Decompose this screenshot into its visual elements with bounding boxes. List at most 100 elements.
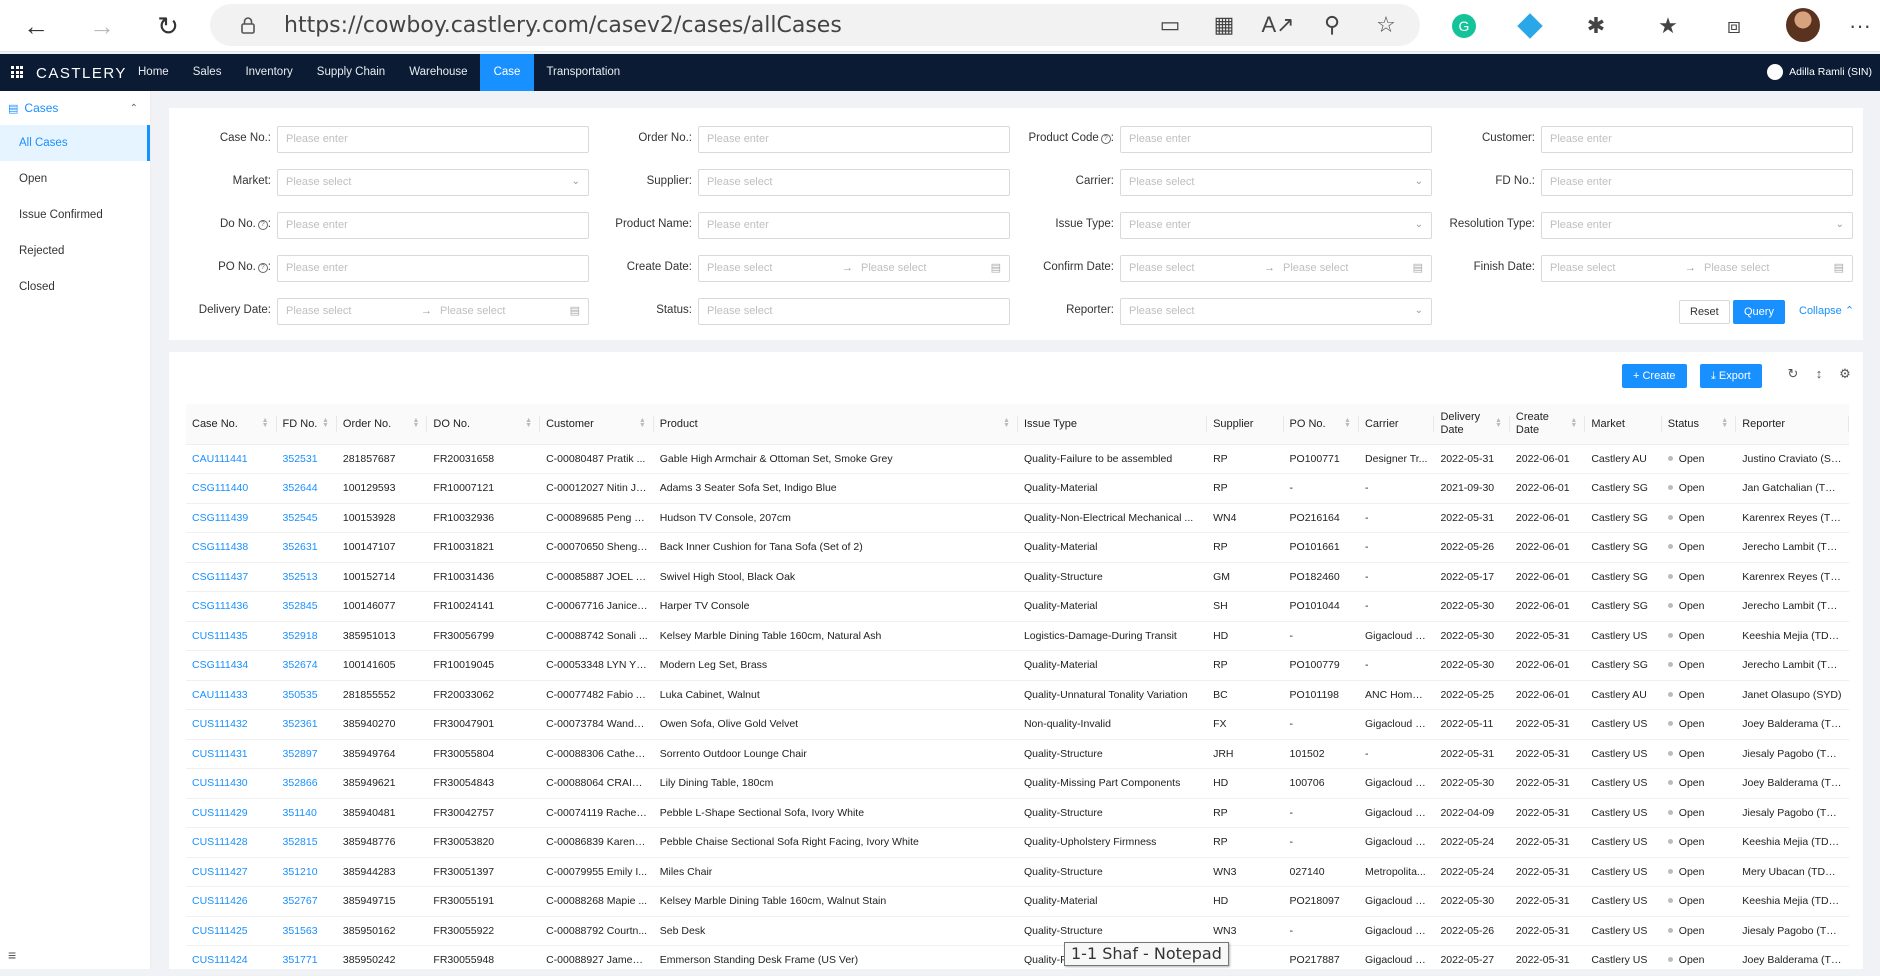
sort-icon[interactable]: ▲ ▼ [1495,417,1502,429]
extensions-icon[interactable]: ✱ [1582,12,1610,40]
case-no-link[interactable]: CAU111441 [186,444,277,474]
table-row[interactable]: CUS111425 351563 385950162 FR30055922 C-0008… [186,916,1849,946]
sort-icon[interactable]: ▲ ▼ [322,417,329,429]
fd-no-link[interactable]: 352644 [276,473,337,504]
sidebar-item-all-cases[interactable]: All Cases [0,125,150,161]
forward-arrow-icon[interactable]: → [84,8,120,44]
sort-icon[interactable]: ▲ ▼ [1344,417,1351,429]
help-icon[interactable]: ? [257,263,268,273]
column-header-create-date[interactable]: Create Date ▲ ▼ [1509,404,1586,445]
sort-icon[interactable]: ▲ ▼ [1003,417,1010,429]
fd-no-link[interactable]: 352531 [276,444,337,474]
reporter-select[interactable]: Please select ⌄ [1120,298,1432,325]
fd-no-link[interactable]: 351563 [276,916,337,946]
fd-no-link[interactable]: 352674 [276,650,337,681]
favorite-add-icon[interactable]: ☆ [1372,11,1400,39]
nav-case[interactable]: Case [479,54,535,91]
refresh-icon[interactable]: ↻ [150,8,186,44]
table-row[interactable]: CSG111440 352644 100129593 FR10007121 C-0001… [186,473,1849,504]
sort-icon[interactable]: ▲ ▼ [1721,417,1728,429]
create-button[interactable]: + Create [1622,364,1687,388]
sidebar-section-cases[interactable]: ▤ Cases ⌃ [0,91,150,125]
sort-icon[interactable]: ▲ ▼ [525,417,532,429]
case-no-link[interactable]: CSG111436 [186,591,277,622]
grammarly-icon[interactable]: G [1450,12,1478,40]
product-code-input[interactable]: Please enter [1120,126,1432,153]
fd-no-link[interactable]: 352767 [276,886,337,917]
table-row[interactable]: CUS111427 351210 385944283 FR30051397 C-0007… [186,857,1849,887]
po-no-input[interactable]: Please enter [277,255,589,282]
user-menu[interactable]: Adilla Ramli (SIN) [1767,64,1872,80]
sidebar-item-issue-confirmed[interactable]: Issue Confirmed [0,197,150,233]
settings-gear-icon[interactable]: ⚙ [1837,366,1853,382]
query-button[interactable]: Query [1733,300,1785,324]
extension-cube-icon[interactable] [1516,12,1544,40]
case-no-link[interactable]: CUS111435 [186,621,277,651]
market-select[interactable]: Please select ⌄ [277,169,589,196]
table-row[interactable]: CSG111437 352513 100152714 FR10031436 C-0008… [186,562,1849,592]
help-icon[interactable]: ? [257,220,268,230]
case-no-link[interactable]: CUS111431 [186,739,277,769]
device-icon[interactable]: ▭ [1156,11,1184,39]
table-row[interactable]: CUS111429 351140 385940481 FR30042757 C-0007… [186,798,1849,828]
confirm-date-start[interactable]: Please select [1129,262,1194,274]
case-no-link[interactable]: CUS111430 [186,768,277,799]
column-header-case-no[interactable]: Case No. ▲ ▼ [186,404,277,445]
fd-no-link[interactable]: 352866 [276,768,337,799]
sidebar-item-closed[interactable]: Closed [0,269,150,305]
reload-icon[interactable]: ↻ [1785,366,1801,382]
favorites-icon[interactable]: ★ [1654,12,1682,40]
read-aloud-icon[interactable]: A↗ [1261,11,1294,39]
do-no-input[interactable]: Please enter [277,212,589,239]
delivery-date-end[interactable]: Please select [440,305,505,317]
table-row[interactable]: CAU111441 352531 281857687 FR20031658 C-0008… [186,444,1849,474]
app-grid-icon[interactable] [11,66,23,78]
fd-no-link[interactable]: 352361 [276,709,337,740]
table-row[interactable]: CSG111434 352674 100141605 FR10019045 C-0005… [186,650,1849,681]
nav-supply-chain[interactable]: Supply Chain [305,54,397,91]
reset-button[interactable]: Reset [1679,300,1730,324]
fd-no-link[interactable]: 352918 [276,621,337,651]
finish-date-range[interactable]: Please select → Please select ▤ [1541,255,1853,282]
sort-icon[interactable]: ▲ ▼ [639,417,646,429]
table-row[interactable]: CUS111430 352866 385949621 FR30054843 C-0008… [186,768,1849,799]
case-no-link[interactable]: CUS111425 [186,916,277,946]
order-no-input[interactable]: Please enter [698,126,1010,153]
column-header-delivery-date[interactable]: Delivery Date ▲ ▼ [1434,404,1510,445]
case-no-input[interactable]: Please enter [277,126,589,153]
column-header-fd-no[interactable]: FD No. ▲ ▼ [276,404,337,445]
customer-input[interactable]: Please enter [1541,126,1853,153]
case-no-link[interactable]: CUS111428 [186,827,277,858]
sort-icon[interactable]: ▲ ▼ [412,417,419,429]
case-no-link[interactable]: CSG111438 [186,532,277,563]
carrier-select[interactable]: Please select ⌄ [1120,169,1432,196]
confirm-date-range[interactable]: Please select → Please select ▤ [1120,255,1432,282]
case-no-link[interactable]: CSG111434 [186,650,277,681]
case-no-link[interactable]: CUS111424 [186,945,277,976]
fd-no-link[interactable]: 352897 [276,739,337,769]
delivery-date-start[interactable]: Please select [286,305,351,317]
collections-icon[interactable]: ⧈ [1720,12,1748,40]
column-header-order-no[interactable]: Order No. ▲ ▼ [336,404,428,445]
finish-date-start[interactable]: Please select [1550,262,1615,274]
fd-no-link[interactable]: 352545 [276,503,337,533]
create-date-range[interactable]: Please select → Please select ▤ [698,255,1010,282]
table-row[interactable]: CSG111436 352845 100146077 FR10024141 C-0006… [186,591,1849,622]
table-row[interactable]: CUS111426 352767 385949715 FR30055191 C-0008… [186,886,1849,917]
column-header-do-no[interactable]: DO No. ▲ ▼ [427,404,541,445]
column-height-icon[interactable]: ↕ [1811,366,1827,382]
nav-warehouse[interactable]: Warehouse [397,54,479,91]
fd-no-link[interactable]: 352815 [276,827,337,858]
column-header-status[interactable]: Status ▲ ▼ [1661,404,1737,445]
column-header-product[interactable]: Product ▲ ▼ [653,404,1018,445]
table-row[interactable]: CUS111435 352918 385951013 FR30056799 C-0008… [186,621,1849,651]
resolution-type-select[interactable]: Please enter ⌄ [1541,212,1853,239]
confirm-date-end[interactable]: Please select [1283,262,1348,274]
fd-no-link[interactable]: 351210 [276,857,337,887]
more-icon[interactable]: ··· [1846,12,1874,40]
help-icon[interactable]: ? [1100,134,1111,144]
fd-no-link[interactable]: 352845 [276,591,337,622]
sidebar-collapse-icon[interactable]: ≡ [8,947,16,963]
fd-no-link[interactable]: 350535 [276,680,337,710]
back-arrow-icon[interactable]: ← [18,8,54,44]
